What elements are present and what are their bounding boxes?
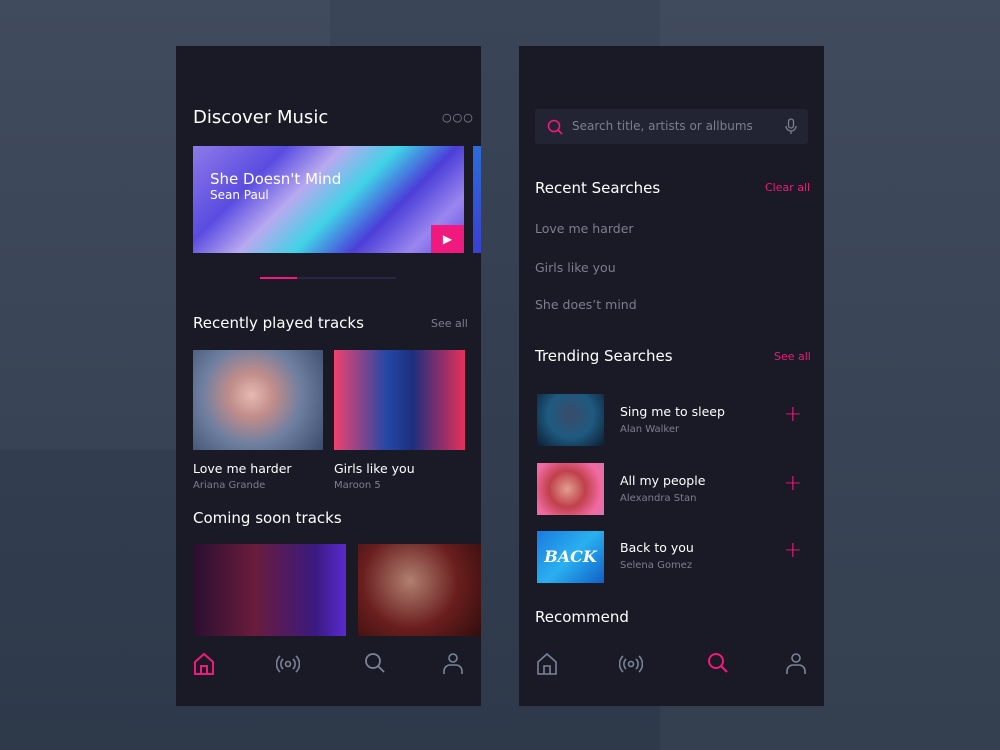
carousel-indicator bbox=[260, 277, 396, 279]
trending-cover bbox=[537, 394, 604, 446]
see-all-link[interactable]: See all bbox=[774, 350, 811, 363]
recent-search-item[interactable]: She does’t mind bbox=[535, 297, 637, 312]
play-icon: ▶ bbox=[442, 232, 453, 246]
home-icon[interactable] bbox=[193, 652, 215, 676]
search-icon[interactable] bbox=[707, 652, 729, 674]
trending-row[interactable]: All my people Alexandra Stan + bbox=[519, 461, 824, 517]
add-icon[interactable]: + bbox=[784, 402, 802, 427]
bottom-nav bbox=[519, 636, 824, 706]
trending-row[interactable]: Sing me to sleep Alan Walker + bbox=[519, 392, 824, 448]
search-icon[interactable] bbox=[364, 652, 386, 674]
search-input[interactable]: Search title, artists or allbums bbox=[535, 109, 808, 144]
track-cover[interactable] bbox=[193, 350, 323, 450]
home-icon[interactable] bbox=[536, 652, 558, 676]
featured-artist: Sean Paul bbox=[210, 188, 269, 202]
trending-artist: Alexandra Stan bbox=[620, 493, 697, 504]
trending-artist: Selena Gomez bbox=[620, 560, 693, 571]
featured-title: She Doesn't Mind bbox=[210, 170, 342, 188]
radio-icon[interactable] bbox=[619, 652, 643, 676]
trending-searches-heading: Trending Searches bbox=[535, 347, 673, 365]
featured-track-card[interactable]: She Doesn't Mind Sean Paul ▶ bbox=[193, 146, 464, 253]
trending-row[interactable]: BACK Back to you Selena Gomez + bbox=[519, 530, 824, 586]
trending-title: All my people bbox=[620, 473, 706, 488]
trending-artist: Alan Walker bbox=[620, 424, 680, 435]
recent-searches-heading: Recent Searches bbox=[535, 179, 661, 197]
track-artist: Maroon 5 bbox=[334, 480, 381, 491]
track-title[interactable]: Girls like you bbox=[334, 461, 415, 476]
recent-tracks-heading: Recently played tracks bbox=[193, 314, 364, 332]
add-icon[interactable]: + bbox=[784, 538, 802, 563]
trending-title: Sing me to sleep bbox=[620, 404, 725, 419]
search-placeholder: Search title, artists or allbums bbox=[572, 119, 753, 133]
bottom-nav bbox=[176, 636, 481, 706]
profile-icon[interactable] bbox=[785, 652, 807, 676]
more-dots-icon[interactable]: ○○○ bbox=[442, 111, 474, 124]
microphone-icon[interactable] bbox=[785, 118, 797, 135]
carousel-indicator-active bbox=[260, 277, 297, 279]
coming-soon-heading: Coming soon tracks bbox=[193, 509, 342, 527]
page-title: Discover Music bbox=[193, 107, 329, 128]
upcoming-cover[interactable] bbox=[358, 544, 481, 636]
upcoming-cover[interactable] bbox=[193, 544, 346, 636]
trending-title: Back to you bbox=[620, 540, 694, 555]
recommend-heading: Recommend bbox=[535, 608, 629, 626]
recent-search-item[interactable]: Girls like you bbox=[535, 260, 616, 275]
discover-screen: Discover Music ○○○ She Doesn't Mind Sean… bbox=[176, 46, 481, 706]
trending-cover bbox=[537, 463, 604, 515]
add-icon[interactable]: + bbox=[784, 471, 802, 496]
recent-search-item[interactable]: Love me harder bbox=[535, 221, 634, 236]
search-screen: Search title, artists or allbums Recent … bbox=[519, 46, 824, 706]
track-cover[interactable] bbox=[334, 350, 465, 450]
clear-all-button[interactable]: Clear all bbox=[765, 181, 810, 194]
profile-icon[interactable] bbox=[442, 652, 464, 676]
search-icon bbox=[547, 119, 563, 135]
track-title[interactable]: Love me harder bbox=[193, 461, 292, 476]
next-card-peek[interactable] bbox=[473, 146, 481, 253]
play-button[interactable]: ▶ bbox=[431, 225, 464, 253]
trending-cover: BACK bbox=[537, 531, 604, 583]
radio-icon[interactable] bbox=[276, 652, 300, 676]
track-artist: Ariana Grande bbox=[193, 480, 266, 491]
see-all-link[interactable]: See all bbox=[431, 317, 468, 330]
